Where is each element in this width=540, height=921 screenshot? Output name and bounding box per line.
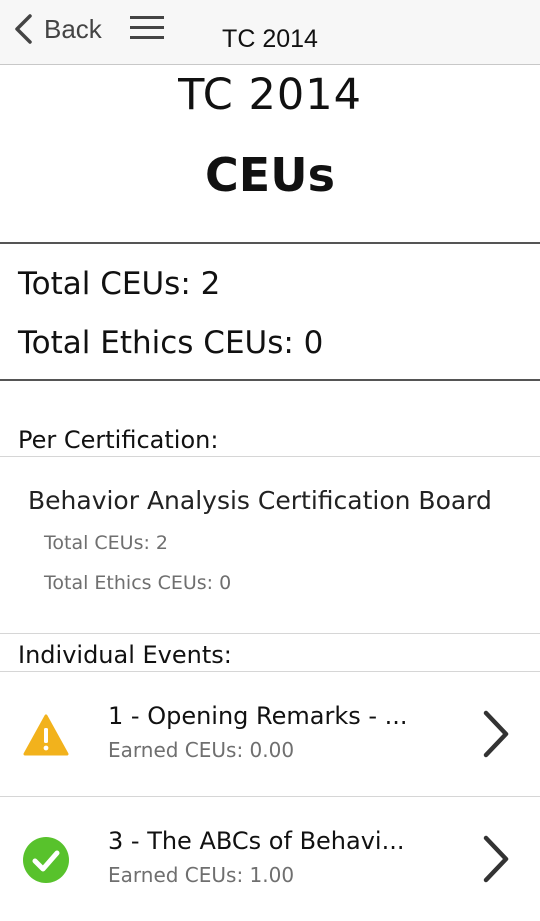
event-title: 3 - The ABCs of Behavi... <box>108 827 405 855</box>
per-certification-label: Per Certification: <box>18 426 219 454</box>
nav-title: TC 2014 <box>222 25 318 53</box>
divider <box>0 633 540 634</box>
certification-board-name: Behavior Analysis Certification Board <box>28 486 492 515</box>
page-subtitle: TC 2014 <box>178 70 362 120</box>
chevron-right-icon <box>483 710 509 758</box>
warning-icon <box>23 714 69 756</box>
total-ceus: Total CEUs: 2 <box>18 266 221 302</box>
divider <box>0 456 540 457</box>
event-earned-ceus: Earned CEUs: 0.00 <box>108 738 295 762</box>
total-ethics-ceus: Total Ethics CEUs: 0 <box>18 325 324 361</box>
event-title: 1 - Opening Remarks - ... <box>108 702 408 730</box>
certification-total-ceus: Total CEUs: 2 <box>44 532 169 554</box>
chevron-right-icon <box>483 835 509 883</box>
event-row[interactable]: 1 - Opening Remarks - ... Earned CEUs: 0… <box>0 672 540 796</box>
event-earned-ceus: Earned CEUs: 1.00 <box>108 863 295 887</box>
individual-events-label: Individual Events: <box>18 641 232 669</box>
certification-total-ethics: Total Ethics CEUs: 0 <box>44 572 232 594</box>
page-title: CEUs <box>205 148 335 202</box>
divider <box>0 379 540 381</box>
divider <box>0 242 540 244</box>
navigation-bar: Back TC 2014 <box>0 0 540 65</box>
event-row[interactable]: 3 - The ABCs of Behavi... Earned CEUs: 1… <box>0 797 540 921</box>
check-circle-icon <box>23 837 69 883</box>
